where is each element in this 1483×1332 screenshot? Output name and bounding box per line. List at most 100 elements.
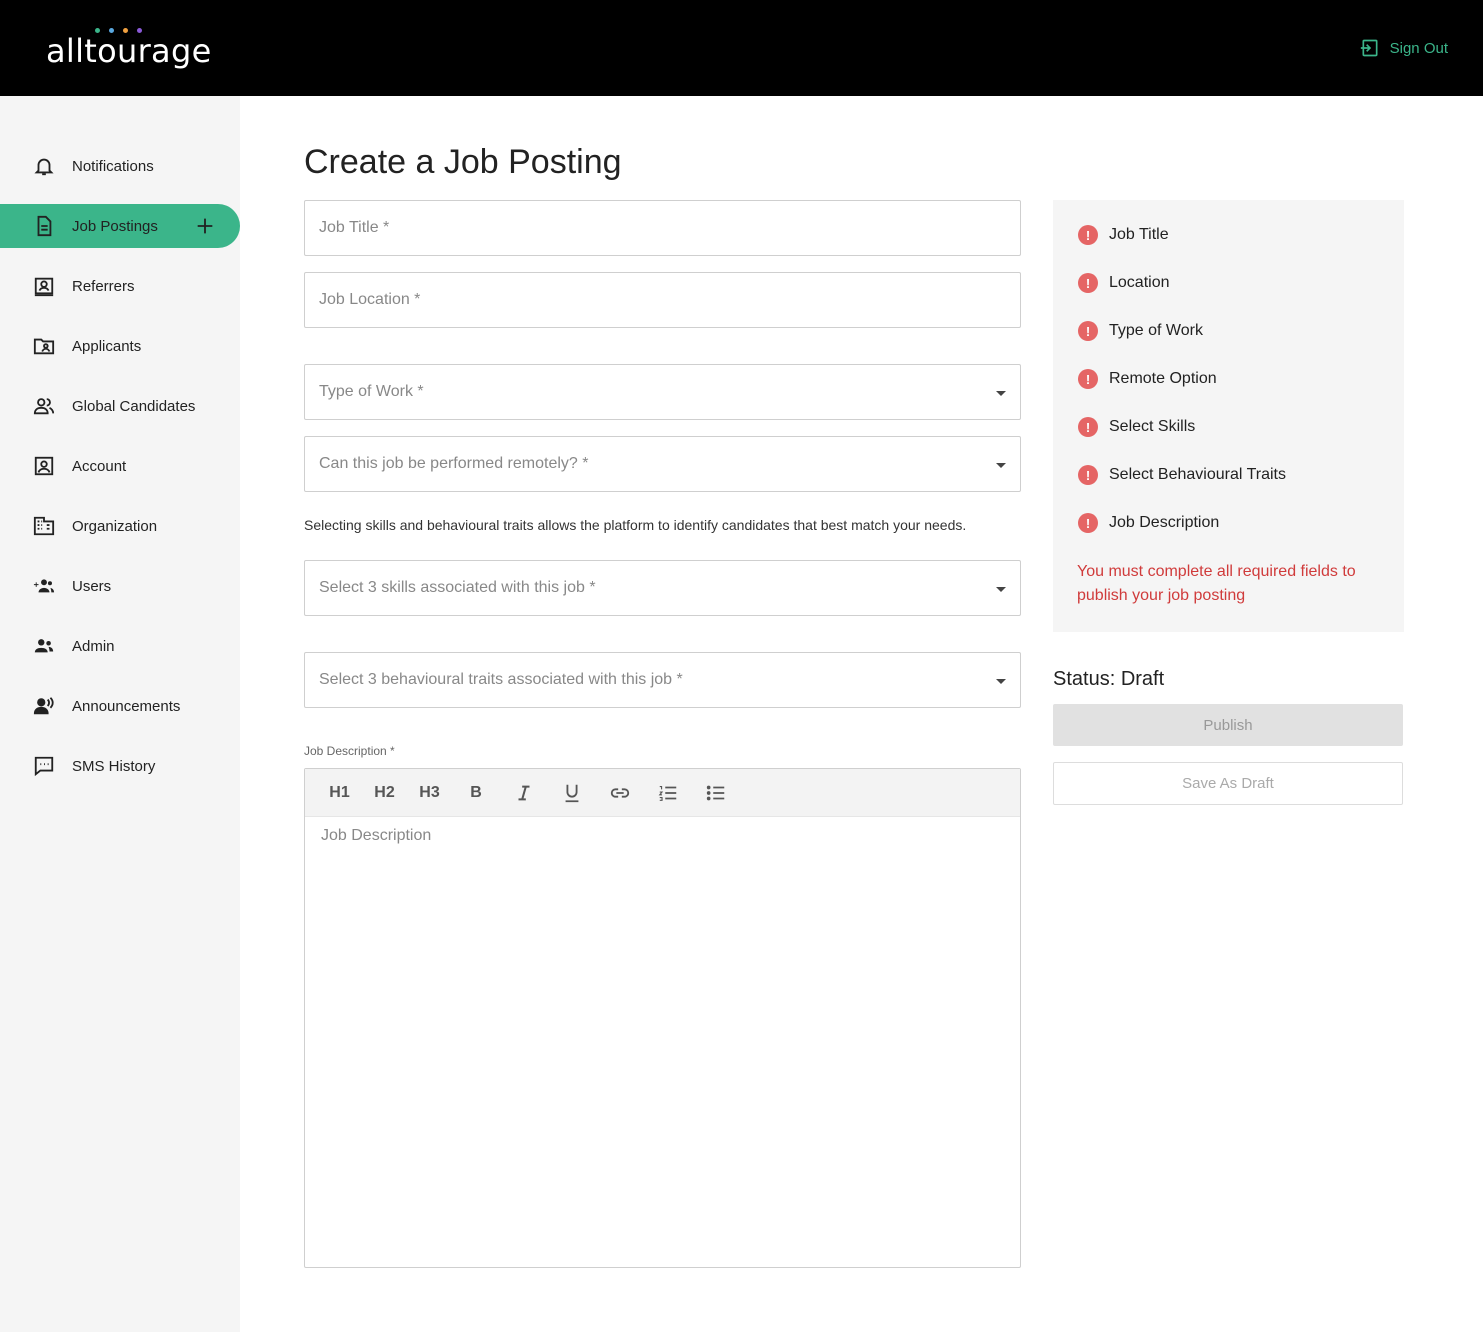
checklist-item-label: Select Skills: [1109, 418, 1196, 435]
italic-icon: [518, 785, 530, 800]
behavioural-traits-select[interactable]: Select 3 behavioural traits associated w…: [304, 652, 1021, 708]
link-icon: [610, 787, 630, 798]
ordered-list-icon: [658, 785, 677, 801]
underline-icon: [565, 784, 579, 802]
checklist-item: ! Job Title: [1078, 223, 1169, 247]
job-description-input[interactable]: [321, 827, 1004, 1257]
sidebar-item-applicants[interactable]: Applicants: [0, 324, 240, 368]
checklist-item-label: Job Title: [1109, 226, 1169, 243]
page-title: Create a Job Posting: [304, 143, 622, 181]
chevron-down-icon: [996, 679, 1006, 684]
job-location-field[interactable]: [304, 272, 1021, 328]
alert-icon: !: [1078, 465, 1098, 485]
sidebar-item-label: Applicants: [72, 337, 142, 355]
bullet-list-icon: [706, 785, 725, 800]
checklist-item: ! Select Skills: [1078, 415, 1195, 439]
sidebar-item-job-postings[interactable]: Job Postings: [0, 204, 240, 248]
skills-placeholder: Select 3 skills associated with this job…: [319, 579, 596, 596]
sign-out-icon: [1360, 39, 1378, 57]
job-title-field[interactable]: [304, 200, 1021, 256]
type-of-work-select[interactable]: Type of Work *: [304, 364, 1021, 420]
building-icon: [32, 514, 56, 538]
editor-content-area: [305, 817, 1020, 1267]
checklist-item-label: Type of Work: [1109, 322, 1203, 339]
job-location-input[interactable]: [319, 291, 1020, 309]
admin-people-icon: [32, 634, 56, 658]
remote-option-select[interactable]: Can this job be performed remotely? *: [304, 436, 1021, 492]
italic-button[interactable]: [500, 769, 548, 817]
sidebar-item-label: Users: [72, 577, 112, 595]
alert-icon: !: [1078, 417, 1098, 437]
sidebar-item-sms-history[interactable]: SMS History: [0, 744, 240, 788]
contact-card-icon: [32, 274, 56, 298]
alert-icon: !: [1078, 513, 1098, 533]
job-description-editor: H1 H2 H3 B: [304, 768, 1021, 1268]
sidebar-item-notifications[interactable]: Notifications: [0, 144, 240, 188]
sidebar-item-label: Organization: [72, 517, 158, 535]
folder-user-icon: [32, 334, 56, 358]
top-bar: alltourage Sign Out: [0, 0, 1483, 96]
sidebar-item-users[interactable]: Users: [0, 564, 240, 608]
heading-3-button[interactable]: H3: [407, 769, 452, 817]
sidebar-item-label: Account: [72, 457, 127, 475]
checklist-item: ! Location: [1078, 271, 1170, 295]
checklist-item: ! Remote Option: [1078, 367, 1217, 391]
alert-icon: !: [1078, 369, 1098, 389]
sidebar-item-label: Admin: [72, 637, 115, 655]
ordered-list-button[interactable]: [644, 769, 692, 817]
checklist-item-label: Remote Option: [1109, 370, 1217, 387]
sidebar-item-admin[interactable]: Admin: [0, 624, 240, 668]
bell-icon: [32, 154, 56, 178]
checklist-item: ! Type of Work: [1078, 319, 1203, 343]
sidebar-item-label: Notifications: [72, 157, 154, 175]
sidebar-item-label: Announcements: [72, 697, 181, 715]
bold-button[interactable]: B: [452, 769, 500, 817]
sidebar-item-announcements[interactable]: Announcements: [0, 684, 240, 728]
logo-text: alltourage: [46, 32, 212, 70]
helper-text: Selecting skills and behavioural traits …: [304, 517, 967, 533]
checklist-item-label: Location: [1109, 274, 1170, 291]
sidebar-item-label: Global Candidates: [72, 397, 196, 415]
chat-bubble-icon: [32, 754, 56, 778]
job-description-label: Job Description *: [304, 744, 395, 758]
add-group-icon: [32, 574, 56, 598]
skills-select[interactable]: Select 3 skills associated with this job…: [304, 560, 1021, 616]
chevron-down-icon: [996, 587, 1006, 592]
speaker-person-icon: [32, 694, 56, 718]
heading-2-button[interactable]: H2: [362, 769, 407, 817]
add-job-posting-icon[interactable]: [194, 215, 216, 237]
publish-button[interactable]: Publish: [1053, 704, 1403, 746]
checklist-item: ! Job Description: [1078, 511, 1219, 535]
alert-icon: !: [1078, 273, 1098, 293]
save-as-draft-button[interactable]: Save As Draft: [1053, 762, 1403, 805]
sidebar: Notifications Job Postings Referrers App…: [0, 96, 240, 1332]
job-title-input[interactable]: [319, 219, 1020, 237]
type-of-work-placeholder: Type of Work *: [319, 383, 424, 400]
sidebar-item-label: SMS History: [72, 757, 156, 775]
checklist-item-label: Select Behavioural Traits: [1109, 466, 1286, 483]
account-box-icon: [32, 454, 56, 478]
editor-toolbar: H1 H2 H3 B: [305, 769, 1020, 817]
document-icon: [32, 214, 56, 238]
sign-out-label: Sign Out: [1389, 39, 1448, 57]
link-button[interactable]: [596, 769, 644, 817]
traits-placeholder: Select 3 behavioural traits associated w…: [319, 671, 683, 688]
required-fields-message: You must complete all required fields to…: [1077, 563, 1356, 604]
chevron-down-icon: [996, 391, 1006, 396]
underline-button[interactable]: [548, 769, 596, 817]
status-label: Status: Draft: [1053, 668, 1165, 690]
sidebar-item-referrers[interactable]: Referrers: [0, 264, 240, 308]
remote-option-placeholder: Can this job be performed remotely? *: [319, 455, 589, 472]
heading-1-button[interactable]: H1: [317, 769, 362, 817]
alert-icon: !: [1078, 321, 1098, 341]
bullet-list-button[interactable]: [692, 769, 740, 817]
sidebar-item-label: Referrers: [72, 277, 135, 295]
sidebar-item-global-candidates[interactable]: Global Candidates: [0, 384, 240, 428]
required-fields-checklist: ! Job Title ! Location ! Type of Work ! …: [1053, 200, 1404, 632]
sidebar-item-account[interactable]: Account: [0, 444, 240, 488]
checklist-item-label: Job Description: [1109, 514, 1220, 531]
checklist-item: ! Select Behavioural Traits: [1078, 463, 1286, 487]
alert-icon: !: [1078, 225, 1098, 245]
sign-out-button[interactable]: Sign Out: [1360, 36, 1448, 60]
sidebar-item-organization[interactable]: Organization: [0, 504, 240, 548]
